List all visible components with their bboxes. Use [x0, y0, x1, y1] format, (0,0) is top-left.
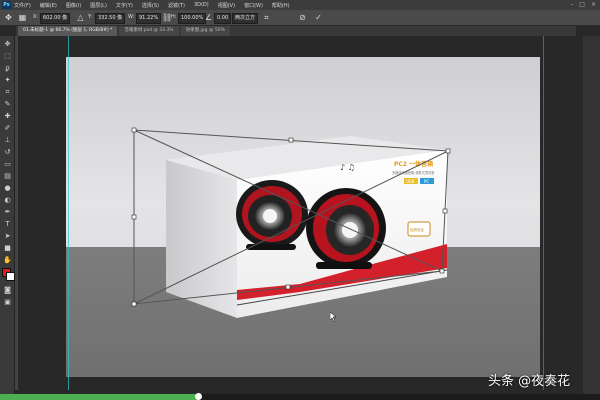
video-progress-fill [0, 394, 198, 400]
box-badge-pc-text: PC [424, 179, 429, 184]
transform-handle[interactable] [131, 301, 137, 307]
transform-handle[interactable] [445, 148, 451, 154]
transform-handle[interactable] [131, 127, 137, 133]
transform-handle[interactable] [285, 284, 291, 290]
transform-handle[interactable] [442, 208, 448, 214]
music-notes-icon: ♪ ♫ [340, 163, 355, 172]
box-badge-usb-text: USB [406, 179, 414, 184]
video-progress-bar[interactable] [0, 393, 600, 400]
transform-handle[interactable] [288, 137, 294, 143]
video-progress-handle[interactable] [195, 393, 202, 400]
transform-handle[interactable] [439, 268, 445, 274]
transform-handle[interactable] [131, 214, 137, 220]
box-subtitle-text: 多媒体电脑音箱 便携式重低音 [392, 170, 435, 175]
box-seal-text: 品质保证 [410, 227, 424, 232]
product-scene: PC2 一体音箱 多媒体电脑音箱 便携式重低音 USB PC 品质保证 ♪ ♫ [131, 127, 451, 318]
watermark-text: 头条 @夜奏花 [488, 374, 571, 389]
mouse-cursor-icon [330, 312, 337, 322]
